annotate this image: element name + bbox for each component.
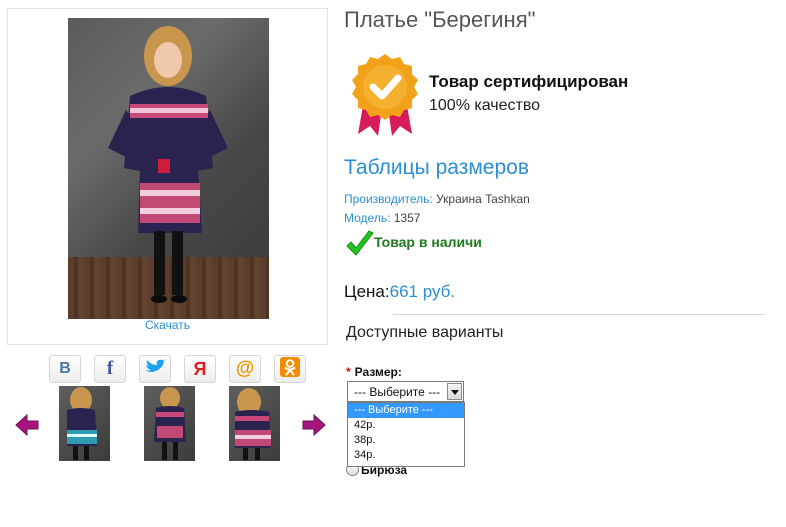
facebook-icon: f — [106, 358, 114, 379]
model-value: 1357 — [390, 211, 421, 225]
main-product-photo[interactable] — [68, 18, 269, 319]
odnoklassniki-icon — [280, 356, 300, 382]
main-product-image-box: Скачать — [7, 8, 328, 345]
mail-icon: @ — [235, 358, 255, 379]
manufacturer-label[interactable]: Производитель: — [344, 192, 433, 206]
size-select-value: --- Выберите --- — [354, 385, 441, 399]
checkmark-icon — [346, 230, 374, 256]
dropdown-arrow-icon[interactable] — [447, 383, 462, 400]
divider — [393, 314, 765, 315]
odnoklassniki-share-button[interactable] — [274, 355, 306, 383]
arrow-left-icon — [15, 413, 39, 437]
thumbnail-3[interactable] — [229, 386, 280, 461]
size-option[interactable]: 42р. — [348, 418, 464, 433]
size-select[interactable]: --- Выберите --- — [347, 381, 464, 402]
variants-title: Доступные варианты — [346, 324, 504, 341]
yandex-share-button[interactable]: Я — [184, 355, 216, 383]
size-table-link[interactable]: Таблицы размеров — [344, 156, 529, 180]
twitter-share-button[interactable] — [139, 355, 171, 383]
facebook-share-button[interactable]: f — [94, 355, 126, 383]
size-option[interactable]: --- Выберите --- — [348, 403, 464, 418]
size-option[interactable]: 34р. — [348, 448, 464, 463]
size-dropdown-list: --- Выберите --- 42р. 38р. 34р. — [347, 402, 465, 467]
next-thumbnail-arrow[interactable] — [301, 412, 327, 443]
price-value: 661 руб. — [389, 282, 456, 301]
thumbnail-2[interactable] — [144, 386, 195, 461]
vk-icon: B — [59, 360, 71, 377]
manufacturer-line: Производитель: Украина Tashkan — [344, 192, 530, 206]
prev-thumbnail-arrow[interactable] — [14, 412, 40, 443]
stock-status-text: Товар в наличи — [374, 234, 482, 250]
thumbnail-1[interactable] — [59, 386, 110, 461]
yandex-icon: Я — [193, 358, 207, 379]
mail-share-button[interactable]: @ — [229, 355, 261, 383]
twitter-icon — [143, 358, 167, 381]
certified-badge-icon — [350, 52, 420, 143]
certificate-title: Товар сертифицирован — [429, 72, 629, 91]
download-link[interactable]: Скачать — [8, 318, 327, 332]
manufacturer-value: Украина Tashkan — [432, 192, 530, 206]
certificate-subtitle: 100% качество — [429, 97, 541, 114]
size-label: * Размер: — [346, 365, 402, 379]
stock-status: Товар в наличи — [345, 230, 482, 263]
model-line: Модель: 1357 — [344, 211, 420, 225]
size-option[interactable]: 38р. — [348, 433, 464, 448]
required-mark: * — [346, 365, 351, 379]
vk-share-button[interactable]: B — [49, 355, 81, 383]
price-label: Цена: — [344, 282, 390, 301]
product-title: Платье "Берегиня" — [344, 7, 536, 32]
price: Цена:661 руб. — [344, 282, 455, 302]
model-label: Модель: — [344, 211, 391, 225]
arrow-right-icon — [302, 413, 326, 437]
